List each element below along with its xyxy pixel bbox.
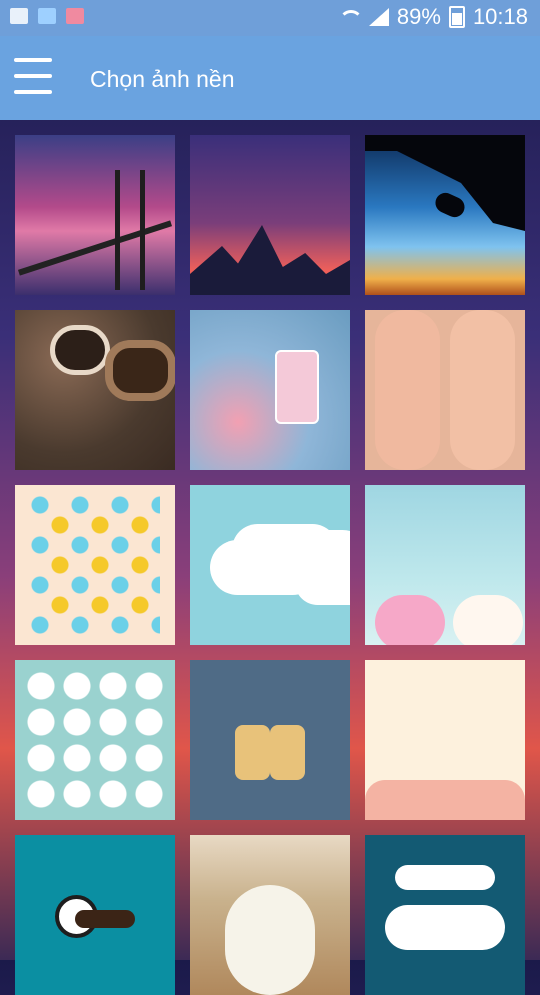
rock-climber-wallpaper[interactable] [365, 135, 525, 295]
pig-cartoon-wallpaper[interactable] [365, 660, 525, 820]
blue-clouds-wallpaper[interactable] [365, 835, 525, 995]
page-title: Chọn ảnh nền [90, 66, 235, 92]
app-bar: Chọn ảnh nền [0, 36, 540, 120]
toy-bunny-wallpaper[interactable] [190, 835, 350, 995]
wifi-icon [337, 8, 363, 26]
status-bar: 89% 10:18 [0, 0, 540, 36]
bunny-pattern-wallpaper[interactable] [15, 660, 175, 820]
mustache-face-wallpaper[interactable] [15, 835, 175, 995]
clock: 10:18 [472, 4, 528, 29]
image-notification-icon [10, 8, 28, 24]
love-bottle-label: LOVE [280, 380, 310, 392]
battery-icon [448, 6, 465, 28]
mountain-dusk-wallpaper[interactable] [190, 135, 350, 295]
cat-couple-wallpaper[interactable] [190, 660, 350, 820]
hamburger-menu-icon[interactable] [14, 58, 54, 96]
colorful-cats-wallpaper[interactable] [15, 485, 175, 645]
notification-icons [10, 8, 84, 24]
smiling-cloud-wallpaper[interactable] [190, 485, 350, 645]
bridge-sunset-wallpaper[interactable] [15, 135, 175, 295]
finger-faces-wallpaper[interactable] [365, 310, 525, 470]
app-notification-icon [66, 8, 84, 24]
robot-notification-icon [38, 8, 56, 24]
system-indicators: 89% 10:18 [337, 4, 528, 30]
heart-cookies-wallpaper[interactable] [15, 310, 175, 470]
signal-icon [367, 8, 389, 26]
wallpaper-grid: LOVE [15, 135, 525, 995]
battery-percentage: 89% [396, 4, 441, 29]
love-bottle-wallpaper[interactable]: LOVE [190, 310, 350, 470]
sheep-pair-wallpaper[interactable] [365, 485, 525, 645]
